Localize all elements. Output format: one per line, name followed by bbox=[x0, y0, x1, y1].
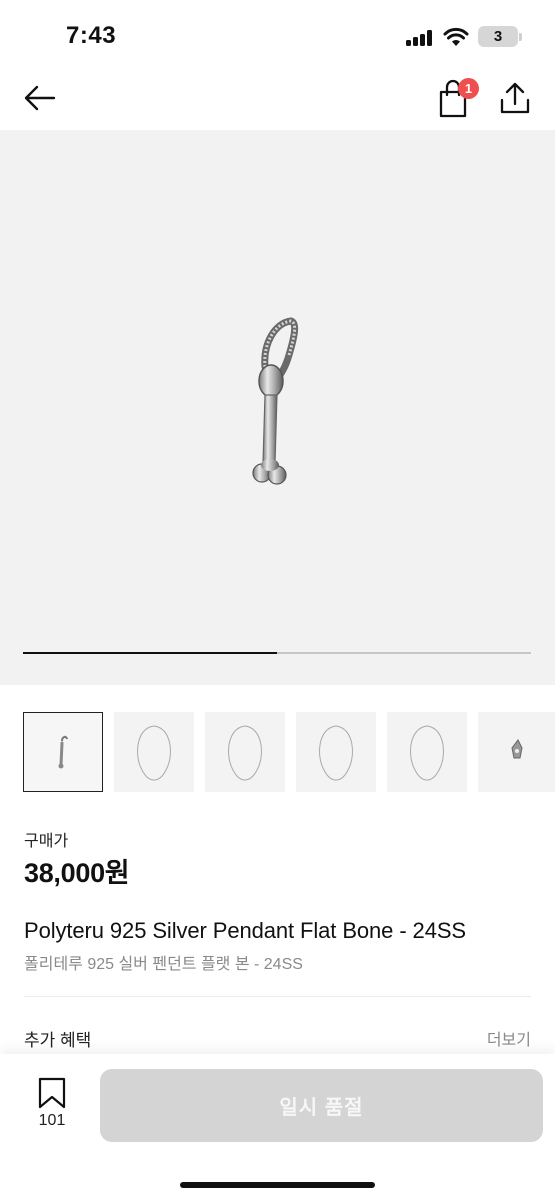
necklace-thumb-icon bbox=[410, 725, 444, 781]
status-bar: 7:43 3 bbox=[0, 0, 555, 70]
price: 38,000원 bbox=[24, 858, 130, 888]
necklace-thumb-icon bbox=[137, 725, 171, 781]
bottom-action-bar: 101 일시 품절 bbox=[0, 1054, 555, 1200]
bookmark-icon bbox=[38, 1077, 66, 1109]
top-nav: 1 bbox=[0, 70, 555, 130]
carousel-progress-fill bbox=[23, 652, 277, 654]
divider bbox=[24, 996, 531, 997]
bookmark-count: 101 bbox=[38, 1112, 66, 1129]
necklace-thumb-icon bbox=[228, 725, 262, 781]
thumbnail-necklace-4[interactable] bbox=[387, 712, 467, 792]
home-indicator bbox=[180, 1182, 375, 1188]
signal-icon bbox=[406, 30, 432, 46]
thumbnail-pendant-detail[interactable] bbox=[478, 712, 555, 792]
wifi-icon bbox=[443, 27, 469, 46]
battery-icon: 3 bbox=[478, 26, 518, 47]
product-title: Polyteru 925 Silver Pendant Flat Bone - … bbox=[24, 918, 466, 943]
thumbnail-necklace-2[interactable] bbox=[205, 712, 285, 792]
pendant-detail-thumb-icon bbox=[511, 739, 523, 759]
thumbnail-necklace-1[interactable] bbox=[114, 712, 194, 792]
cart-count-badge: 1 bbox=[458, 78, 479, 99]
product-image-carousel[interactable] bbox=[0, 130, 555, 685]
thumbnail-necklace-3[interactable] bbox=[296, 712, 376, 792]
thumbnail-strip bbox=[0, 712, 555, 792]
carousel-progress bbox=[23, 652, 531, 654]
arrow-left-icon[interactable] bbox=[20, 82, 60, 114]
product-detail-screen: 7:43 3 1 구매가 38,000원 Polyteru 925 Silver… bbox=[0, 0, 555, 1200]
status-time: 7:43 bbox=[66, 22, 117, 49]
share-icon[interactable] bbox=[498, 80, 532, 116]
benefits-more-link[interactable]: 더보기 bbox=[487, 1026, 531, 1050]
necklace-thumb-icon bbox=[319, 725, 353, 781]
thumbnail-pendant[interactable] bbox=[23, 712, 103, 792]
product-subtitle-ko: 폴리테루 925 실버 펜던트 플랫 본 - 24SS bbox=[24, 956, 303, 973]
benefits-label: 추가 혜택 bbox=[24, 1031, 92, 1050]
pendant-thumb-icon bbox=[58, 735, 68, 769]
sold-out-button[interactable]: 일시 품절 bbox=[100, 1069, 543, 1142]
product-image bbox=[252, 317, 299, 485]
battery-level: 3 bbox=[493, 28, 503, 45]
bookmark-button[interactable]: 101 bbox=[30, 1076, 74, 1136]
price-label: 구매가 bbox=[24, 833, 69, 850]
